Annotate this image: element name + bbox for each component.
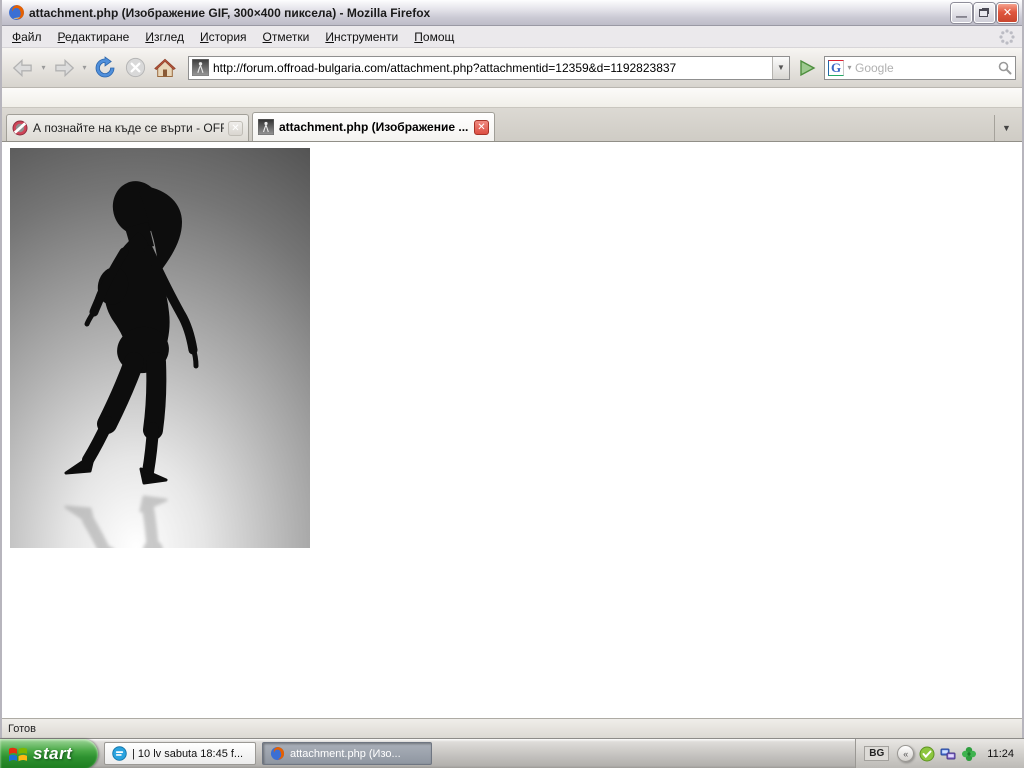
reload-button[interactable] xyxy=(92,52,118,84)
menu-history[interactable]: История xyxy=(192,27,255,47)
attachment-favicon xyxy=(258,119,274,135)
firefox-icon xyxy=(270,746,285,761)
taskbar-button-label: attachment.php (Изо... xyxy=(290,747,401,760)
url-history-dropdown[interactable]: ▼ xyxy=(772,56,789,79)
attachment-image[interactable] xyxy=(10,148,310,548)
stop-button[interactable] xyxy=(122,52,148,84)
all-tabs-dropdown[interactable]: ▼ xyxy=(994,115,1018,141)
search-engine-dropdown[interactable]: ▾ xyxy=(844,63,855,72)
status-text: Готов xyxy=(8,722,36,735)
forward-button[interactable] xyxy=(49,52,79,84)
taskbar-button-chat[interactable]: | 10 lv sabuta 18:45 f... xyxy=(104,742,256,765)
back-arrow-icon xyxy=(12,58,32,77)
menu-view[interactable]: Изглед xyxy=(137,27,192,47)
url-bar[interactable]: ▼ xyxy=(188,55,790,80)
shield-check-icon[interactable] xyxy=(919,746,935,762)
tab-close-icon[interactable]: ✕ xyxy=(228,120,243,136)
tab-attachment[interactable]: attachment.php (Изображение ... ✕ xyxy=(252,112,495,141)
taskbar: start | 10 lv sabuta 18:45 f... attachme… xyxy=(0,738,1024,768)
clover-app-icon[interactable] xyxy=(961,746,977,762)
taskbar-button-firefox[interactable]: attachment.php (Изо... xyxy=(262,742,432,765)
network-icon[interactable] xyxy=(940,746,956,762)
bookmarks-toolbar xyxy=(2,88,1022,108)
search-input[interactable] xyxy=(855,60,997,75)
search-magnifier-icon[interactable] xyxy=(997,60,1013,76)
go-arrow-icon xyxy=(800,59,816,76)
reload-icon xyxy=(95,55,115,77)
status-bar: Готов xyxy=(2,718,1022,738)
tab-forum-thread[interactable]: А познайте на къде се върти - OFFR... ✕ xyxy=(6,114,249,141)
url-input[interactable] xyxy=(213,60,772,75)
forum-favicon xyxy=(12,120,28,136)
menu-file[interactable]: Файл xyxy=(4,27,50,47)
tab-close-icon[interactable]: ✕ xyxy=(474,119,489,135)
tab-label: А познайте на къде се върти - OFFR... xyxy=(33,121,224,135)
windows-logo-icon xyxy=(9,747,27,761)
taskbar-clock[interactable]: 11:24 xyxy=(987,748,1014,760)
menubar: Файл Редактиране Изглед История Отметки … xyxy=(2,26,1022,48)
close-button[interactable]: ✕ xyxy=(997,2,1018,23)
hide-icons-chevron[interactable]: « xyxy=(897,745,915,762)
tab-strip: А познайте на къде се върти - OFFR... ✕ … xyxy=(2,108,1022,142)
search-box[interactable]: G ▾ xyxy=(824,55,1016,80)
forward-arrow-icon xyxy=(55,58,75,77)
restore-button[interactable] xyxy=(974,2,995,23)
firefox-icon xyxy=(9,5,24,20)
start-label: start xyxy=(33,743,73,763)
stop-icon xyxy=(125,57,145,78)
go-button[interactable] xyxy=(794,55,820,81)
desktop-screen: attachment.php (Изображение GIF, 300×400… xyxy=(0,0,1024,768)
minimize-button[interactable]: — xyxy=(951,2,972,23)
navigation-toolbar: ▾ ▾ http://forum.offroad-bulgaria.com/at… xyxy=(2,48,1022,88)
system-tray: BG « 11:24 xyxy=(855,738,1024,768)
start-button[interactable]: start xyxy=(0,738,98,768)
menu-bookmarks[interactable]: Отметки xyxy=(255,27,318,47)
firefox-window: attachment.php (Изображение GIF, 300×400… xyxy=(0,0,1024,739)
chat-app-icon xyxy=(112,746,127,761)
menu-edit[interactable]: Редактиране xyxy=(50,27,138,47)
forward-dropdown[interactable]: ▾ xyxy=(79,63,90,72)
language-indicator[interactable]: BG xyxy=(864,746,890,761)
page-content xyxy=(2,142,1022,718)
menu-help[interactable]: Помощ xyxy=(406,27,462,47)
home-icon xyxy=(154,58,176,77)
tab-label: attachment.php (Изображение ... xyxy=(279,120,469,134)
google-logo-icon[interactable]: G xyxy=(828,59,844,76)
titlebar[interactable]: attachment.php (Изображение GIF, 300×400… xyxy=(2,0,1022,26)
throbber-icon xyxy=(999,28,1015,45)
back-button[interactable] xyxy=(8,52,38,84)
window-title: attachment.php (Изображение GIF, 300×400… xyxy=(29,5,431,20)
home-button[interactable] xyxy=(152,52,178,84)
back-dropdown[interactable]: ▾ xyxy=(38,63,49,72)
page-favicon xyxy=(192,59,209,76)
taskbar-button-label: | 10 lv sabuta 18:45 f... xyxy=(132,747,244,760)
menu-tools[interactable]: Инструменти xyxy=(317,27,406,47)
